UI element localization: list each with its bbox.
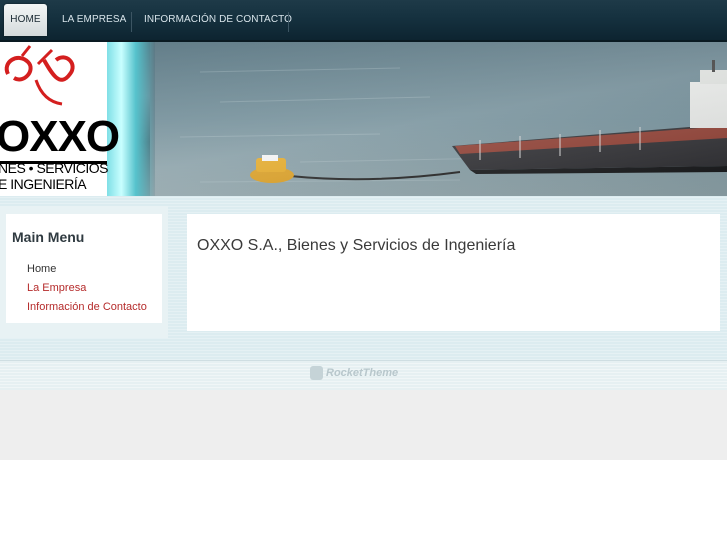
footer-bottom [0,390,727,460]
logo-subtitle-line2: E INGENIERÍA [0,176,87,192]
nav-home[interactable]: HOME [4,4,47,36]
menu-item-home[interactable]: Home [27,263,56,275]
logo-swirl-icon [4,45,75,106]
main-menu-title: Main Menu [12,229,85,245]
photo-tint [155,42,727,196]
nav-la-empresa[interactable]: LA EMPRESA [62,4,126,36]
logo[interactable]: OXXO NES • SERVICIOS E INGENIERÍA [0,42,120,196]
logo-subtitle-line1: NES • SERVICIOS [0,160,108,176]
header-banner: OXXO NES • SERVICIOS E INGENIERÍA [0,42,727,196]
nav-home-label: HOME [10,14,41,25]
rockettheme-logo-icon [310,366,323,380]
nav-divider [288,12,289,32]
page-title: OXXO S.A., Bienes y Servicios de Ingenie… [197,237,516,254]
menu-item-contacto[interactable]: Información de Contacto [27,301,147,313]
nav-la-empresa-label: LA EMPRESA [62,14,127,25]
nav-contacto[interactable]: INFORMACIÓN DE CONTACTO [144,4,292,36]
logo-wordmark: OXXO [0,112,120,161]
nav-divider [131,12,132,32]
main-content-panel [187,214,720,331]
top-navigation: HOME LA EMPRESA INFORMACIÓN DE CONTACTO [0,0,727,42]
rockettheme-credit[interactable]: RocketTheme [326,367,398,379]
nav-contacto-label: INFORMACIÓN DE CONTACTO [144,14,293,25]
menu-item-la-empresa[interactable]: La Empresa [27,282,86,294]
